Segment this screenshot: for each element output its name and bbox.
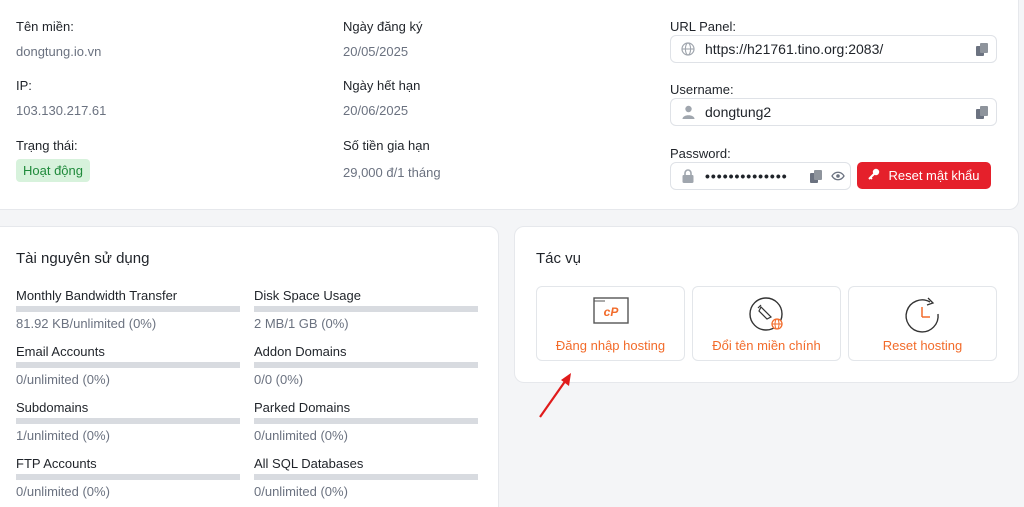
ip-value: 103.130.217.61 xyxy=(16,103,107,118)
reset-clock-icon xyxy=(903,297,943,340)
resource-label: Email Accounts xyxy=(16,344,105,359)
username-field[interactable]: dongtung2 xyxy=(670,98,997,126)
renew-price-field: Số tiền gia hạn 29,000 đ/1 tháng xyxy=(343,138,441,180)
renew-price-label: Số tiền gia hạn xyxy=(343,138,430,153)
password-label: Password: xyxy=(670,146,731,161)
svg-text:cP: cP xyxy=(603,305,619,319)
login-hosting-button[interactable]: cP Đăng nhập hosting xyxy=(536,286,685,361)
key-icon xyxy=(868,168,880,183)
rename-domain-icon xyxy=(747,297,787,338)
renew-price-value: 29,000 đ/1 tháng xyxy=(343,165,441,180)
url-panel-value: https://h21761.tino.org:2083/ xyxy=(705,41,884,57)
resource-usage-bar xyxy=(254,306,478,312)
resource-usage-bar xyxy=(254,474,478,480)
resource-item: Monthly Bandwidth Transfer 81.92 KB/unli… xyxy=(16,288,240,331)
resource-usage-bar xyxy=(254,362,478,368)
tasks-title: Tác vụ xyxy=(536,250,582,267)
reset-password-label: Reset mật khẩu xyxy=(888,168,980,183)
resource-value: 2 MB/1 GB (0%) xyxy=(254,316,349,331)
domain-value: dongtung.io.vn xyxy=(16,44,102,59)
resource-value: 0/unlimited (0%) xyxy=(16,372,110,387)
status-badge: Hoạt động xyxy=(16,159,90,182)
status-field: Trạng thái: Hoạt động xyxy=(16,138,90,182)
reg-date-field: Ngày đăng ký 20/05/2025 xyxy=(343,19,423,59)
resource-label: Monthly Bandwidth Transfer xyxy=(16,288,178,303)
reset-hosting-label: Reset hosting xyxy=(882,338,963,353)
copy-icon[interactable] xyxy=(968,105,996,120)
user-icon xyxy=(671,105,705,119)
rename-domain-button[interactable]: Đổi tên miền chính xyxy=(692,286,841,361)
resource-item: Parked Domains 0/unlimited (0%) xyxy=(254,400,478,443)
resource-value: 0/unlimited (0%) xyxy=(254,428,348,443)
globe-icon xyxy=(671,42,705,56)
exp-date-label: Ngày hết hạn xyxy=(343,78,421,93)
status-label: Trạng thái: xyxy=(16,138,78,153)
resource-value: 0/unlimited (0%) xyxy=(254,484,348,499)
resource-label: Disk Space Usage xyxy=(254,288,361,303)
resource-usage-bar xyxy=(16,306,240,312)
domain-field: Tên miền: dongtung.io.vn xyxy=(16,19,101,59)
username-label: Username: xyxy=(670,82,734,97)
resource-usage-bar xyxy=(16,474,240,480)
resource-item: All SQL Databases 0/unlimited (0%) xyxy=(254,456,478,499)
resource-value: 0/unlimited (0%) xyxy=(16,484,110,499)
reset-hosting-button[interactable]: Reset hosting xyxy=(848,286,997,361)
resource-label: All SQL Databases xyxy=(254,456,364,471)
resource-item: Subdomains 1/unlimited (0%) xyxy=(16,400,240,443)
lock-icon xyxy=(671,169,705,183)
reg-date-value: 20/05/2025 xyxy=(343,44,409,59)
reg-date-label: Ngày đăng ký xyxy=(343,19,423,34)
exp-date-value: 20/06/2025 xyxy=(343,103,409,118)
ip-field: IP: 103.130.217.61 xyxy=(16,78,106,118)
login-hosting-label: Đăng nhập hosting xyxy=(555,338,666,353)
exp-date-field: Ngày hết hạn 20/06/2025 xyxy=(343,78,420,118)
domain-label: Tên miền: xyxy=(16,19,74,34)
username-value: dongtung2 xyxy=(705,104,772,120)
resource-item: Email Accounts 0/unlimited (0%) xyxy=(16,344,240,387)
rename-domain-label: Đổi tên miền chính xyxy=(712,338,821,353)
resource-usage-bar xyxy=(16,418,240,424)
resource-item: FTP Accounts 0/unlimited (0%) xyxy=(16,456,240,499)
password-field[interactable]: •••••••••••••• xyxy=(670,162,851,190)
url-panel-label: URL Panel: xyxy=(670,19,736,34)
resource-item: Addon Domains 0/0 (0%) xyxy=(254,344,478,387)
resource-label: Subdomains xyxy=(16,400,89,415)
resource-value: 81.92 KB/unlimited (0%) xyxy=(16,316,157,331)
eye-icon[interactable] xyxy=(826,171,850,181)
copy-icon[interactable] xyxy=(968,42,996,57)
annotation-arrow-icon xyxy=(539,373,571,418)
password-value: •••••••••••••• xyxy=(705,168,788,184)
resource-value: 0/0 (0%) xyxy=(254,372,304,387)
resource-usage-bar xyxy=(254,418,478,424)
copy-icon[interactable] xyxy=(806,169,826,184)
resource-value: 1/unlimited (0%) xyxy=(16,428,110,443)
resources-title: Tài nguyên sử dụng xyxy=(16,250,150,267)
resource-item: Disk Space Usage 2 MB/1 GB (0%) xyxy=(254,288,478,331)
reset-password-button[interactable]: Reset mật khẩu xyxy=(857,162,991,189)
resource-label: Parked Domains xyxy=(254,400,351,415)
resource-usage-bar xyxy=(16,362,240,368)
cpanel-icon: cP xyxy=(592,297,629,330)
ip-label: IP: xyxy=(16,78,32,93)
resource-label: FTP Accounts xyxy=(16,456,97,471)
resource-label: Addon Domains xyxy=(254,344,347,359)
url-panel-field[interactable]: https://h21761.tino.org:2083/ xyxy=(670,35,997,63)
